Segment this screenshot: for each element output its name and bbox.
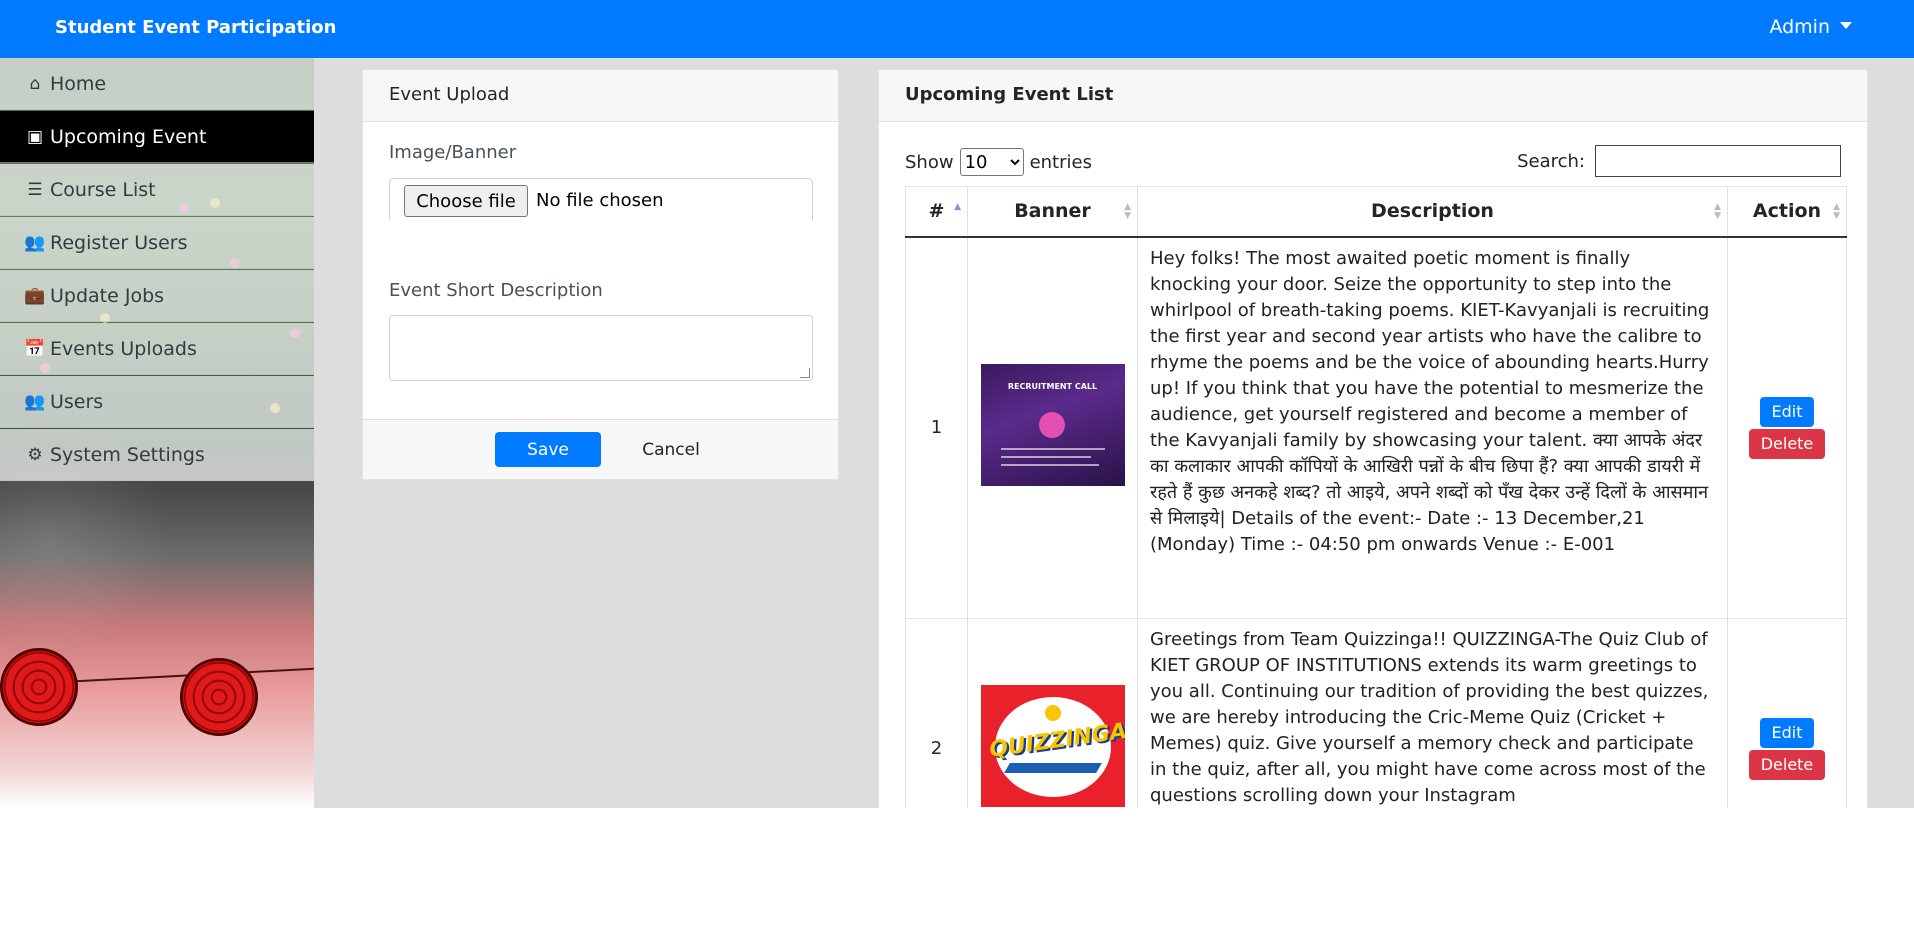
sidebar-item-label: Course List <box>50 178 156 201</box>
sidebar-item-label: Events Uploads <box>50 337 197 360</box>
table-search: Search: <box>1517 145 1841 177</box>
event-upload-title: Event Upload <box>363 70 838 122</box>
sidebar-item-label: Update Jobs <box>50 284 165 307</box>
sidebar-item-system-settings[interactable]: ⚙ System Settings <box>0 429 314 481</box>
caret-down-icon <box>1840 22 1852 29</box>
row-number: 1 <box>905 236 968 619</box>
search-label: Search: <box>1517 150 1585 172</box>
banner-cell: QUIZZINGA <box>967 618 1138 808</box>
page-length-select[interactable]: 10 <box>959 148 1024 176</box>
column-header-description[interactable]: Description ▲ ▼ <box>1137 186 1728 238</box>
cancel-button[interactable]: Cancel <box>631 432 711 467</box>
decor-lantern <box>0 648 78 726</box>
column-header-action[interactable]: Action ▲ ▼ <box>1727 186 1847 238</box>
file-status: No file chosen <box>536 190 664 211</box>
page-length-control: Show 10 entries <box>905 148 1092 176</box>
sidebar-item-users[interactable]: 👥 Users <box>0 376 314 428</box>
app-body: ⌂ Home ▣ Upcoming Event ☰ Course List 👥 … <box>0 58 1914 808</box>
sidebar-item-course-list[interactable]: ☰ Course List <box>0 164 314 216</box>
home-icon: ⌂ <box>29 73 41 94</box>
banner-graphic <box>1000 448 1105 451</box>
users-icon: 👥 <box>24 232 46 253</box>
edit-button[interactable]: Edit <box>1760 396 1814 427</box>
sidebar-item-events-uploads[interactable]: 📅 Events Uploads <box>0 323 314 375</box>
action-cell: Edit Delete <box>1727 618 1847 808</box>
column-header-banner[interactable]: Banner ▲ ▼ <box>967 186 1138 238</box>
sidebar-item-label: Home <box>50 72 107 95</box>
description-textarea[interactable] <box>389 315 813 381</box>
sidebar-item-label: Register Users <box>50 231 188 254</box>
event-upload-card: Event Upload Image/Banner Choose file No… <box>362 69 839 480</box>
event-description: Hey folks! The most awaited poetic momen… <box>1137 236 1728 619</box>
search-input[interactable] <box>1595 145 1841 177</box>
action-cell: Edit Delete <box>1727 236 1847 619</box>
sidebar-item-label: Upcoming Event <box>50 125 207 148</box>
sidebar: ⌂ Home ▣ Upcoming Event ☰ Course List 👥 … <box>0 58 314 808</box>
sidebar-item-register-users[interactable]: 👥 Register Users <box>0 217 314 269</box>
upload-card-footer: Save Cancel <box>363 419 838 479</box>
delete-button[interactable]: Delete <box>1749 749 1825 780</box>
lightning-icon <box>1003 763 1102 773</box>
quizzinga-banner-image: QUIZZINGA <box>980 685 1125 807</box>
event-list-title: Upcoming Event List <box>879 70 1867 122</box>
recruitment-banner-image: RECRUITMENT CALL <box>980 364 1125 487</box>
sort-asc-icon: ▲ <box>954 202 961 212</box>
description-label: Event Short Description <box>389 280 603 301</box>
admin-label: Admin <box>1769 16 1830 38</box>
resize-grip-icon[interactable] <box>800 368 810 378</box>
lightbulb-icon <box>1044 705 1061 721</box>
brand-title[interactable]: Student Event Participation <box>55 17 336 38</box>
calendar-icon: 📅 <box>24 338 46 359</box>
column-header-number[interactable]: # ▲ <box>905 186 968 238</box>
sidebar-item-label: System Settings <box>50 443 205 466</box>
banner-file-input[interactable]: Choose file No file chosen <box>389 178 813 220</box>
list-icon: ☰ <box>27 179 43 200</box>
sort-icon: ▲ ▼ <box>1124 202 1131 221</box>
choose-file-button[interactable]: Choose file <box>404 185 528 217</box>
event-description: Greetings from Team Quizzinga!! QUIZZING… <box>1137 618 1728 808</box>
table-row: 2 QUIZZINGA Greetings from Team Quizzing… <box>905 618 1847 808</box>
edit-button[interactable]: Edit <box>1760 717 1814 748</box>
users-icon: 👥 <box>24 391 46 412</box>
banner-graphic <box>1000 464 1099 467</box>
delete-button[interactable]: Delete <box>1749 428 1825 459</box>
events-table: # ▲ Banner ▲ ▼ Description ▲ ▼ Action ▲ ▼ 1 REC… <box>905 186 1847 808</box>
table-header-row: # ▲ Banner ▲ ▼ Description ▲ ▼ Action ▲ ▼ <box>905 186 1847 238</box>
entries-label: entries <box>1029 151 1092 173</box>
event-list-card: Upcoming Event List Show 10 entries Sear… <box>878 69 1868 808</box>
sort-icon: ▲ ▼ <box>1714 202 1721 221</box>
row-number: 2 <box>905 618 968 808</box>
save-button[interactable]: Save <box>495 432 601 467</box>
decor-lantern <box>180 658 258 736</box>
show-label: Show <box>905 151 954 173</box>
sidebar-item-label: Users <box>50 390 104 413</box>
table-row: 1 RECRUITMENT CALL Hey folks! The most a… <box>905 236 1847 619</box>
image-banner-label: Image/Banner <box>389 142 517 163</box>
image-icon: ▣ <box>26 126 44 147</box>
banner-text: RECRUITMENT CALL <box>1007 382 1098 392</box>
briefcase-icon: 💼 <box>24 285 46 306</box>
banner-graphic <box>1038 412 1065 439</box>
admin-dropdown[interactable]: Admin <box>1769 16 1852 38</box>
sidebar-item-upcoming-event[interactable]: ▣ Upcoming Event <box>0 111 314 163</box>
sidebar-item-update-jobs[interactable]: 💼 Update Jobs <box>0 270 314 322</box>
top-navbar: Student Event Participation Admin <box>0 0 1914 58</box>
banner-graphic <box>1000 456 1091 459</box>
banner-cell: RECRUITMENT CALL <box>967 236 1138 619</box>
sidebar-item-home[interactable]: ⌂ Home <box>0 58 314 110</box>
cogs-icon: ⚙ <box>27 444 43 465</box>
sort-icon: ▲ ▼ <box>1833 202 1840 221</box>
